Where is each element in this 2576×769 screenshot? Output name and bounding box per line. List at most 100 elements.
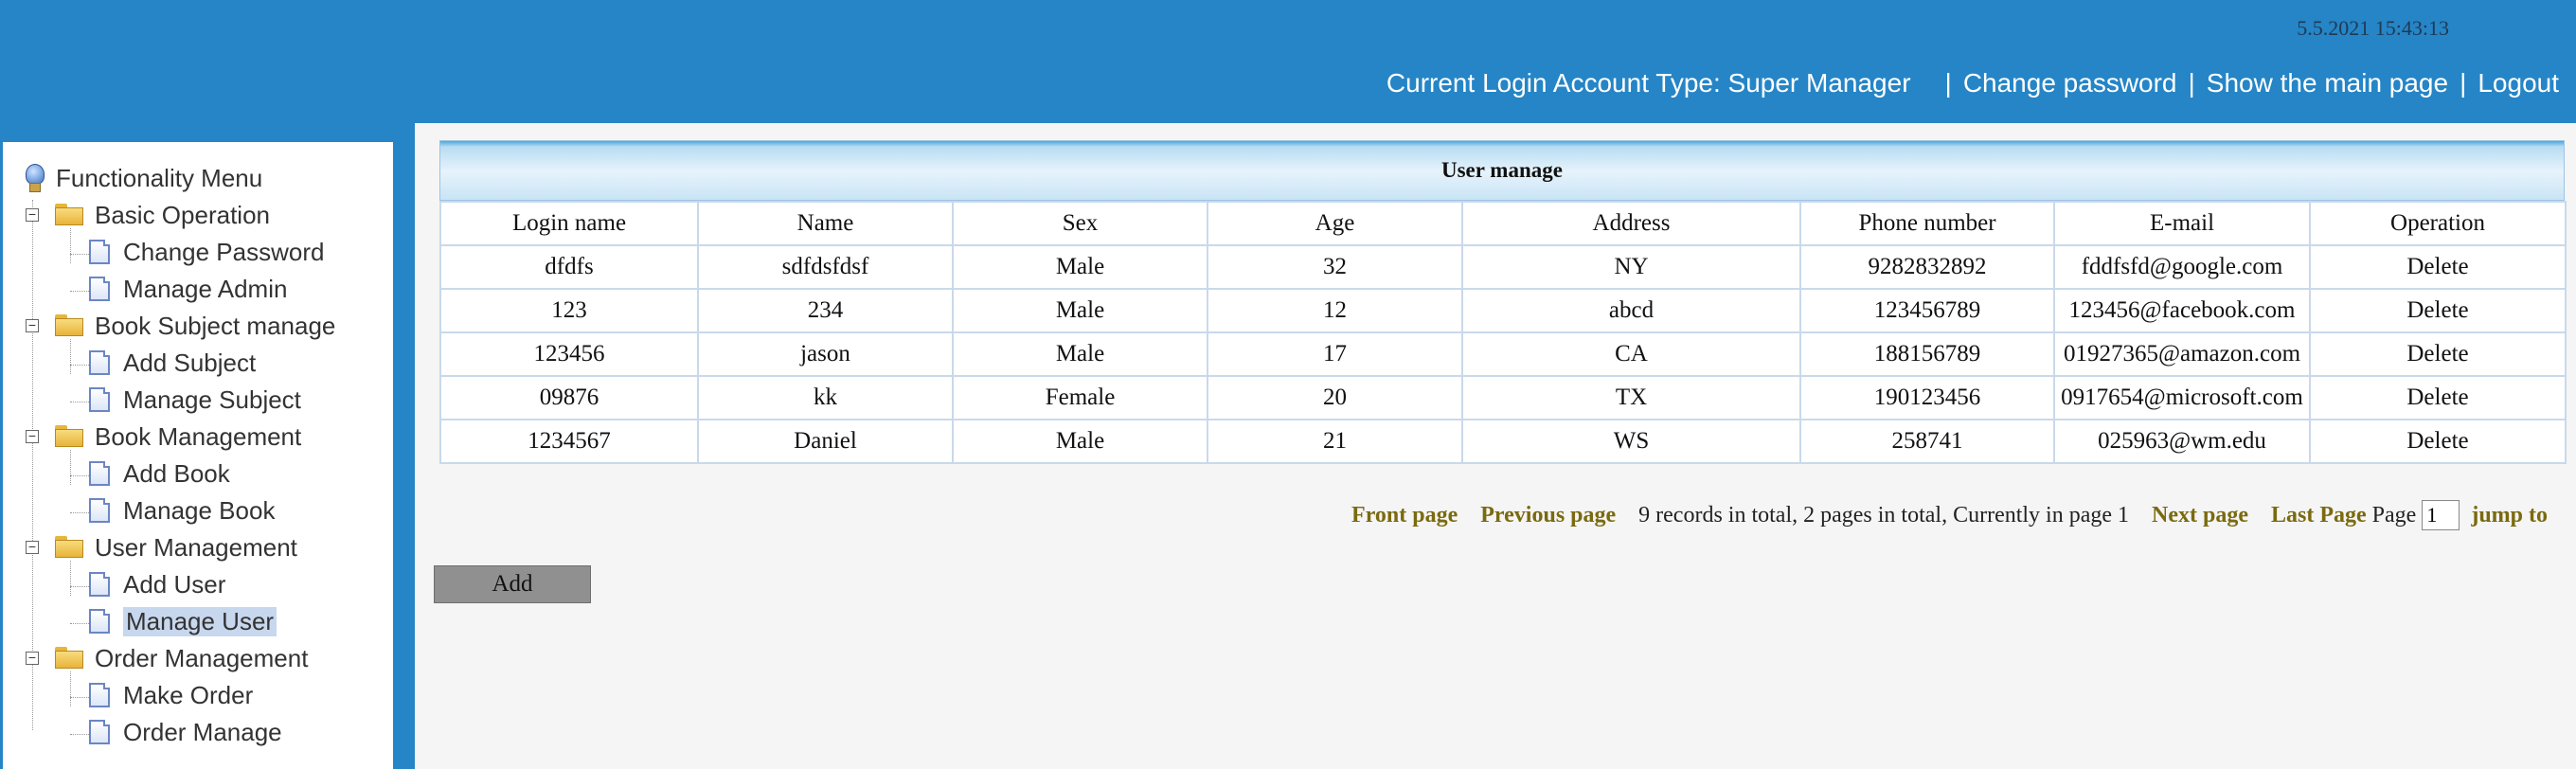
page-icon xyxy=(89,572,110,597)
page-icon xyxy=(89,498,110,523)
menu-group-book-management[interactable]: − Book Management xyxy=(3,420,301,454)
page-number-input[interactable] xyxy=(2422,500,2460,530)
age-cell: 32 xyxy=(1207,244,1463,290)
sex-cell: Male xyxy=(952,331,1208,377)
page-icon xyxy=(89,240,110,264)
menu-item-manage-subject[interactable]: Manage Subject xyxy=(89,383,301,417)
folder-open-icon xyxy=(55,647,85,670)
page-icon xyxy=(89,461,110,486)
column-header: Address xyxy=(1461,201,1801,246)
tree-line xyxy=(70,734,89,735)
column-header: Operation xyxy=(2309,201,2567,246)
column-header: Age xyxy=(1207,201,1463,246)
front-page-link[interactable]: Front page xyxy=(1351,503,1458,528)
menu-group-label: Book Management xyxy=(95,421,302,451)
menu-item-label: Order Manage xyxy=(123,717,282,746)
name-cell: jason xyxy=(697,331,954,377)
collapse-toggle-icon[interactable]: − xyxy=(26,429,39,443)
folder-open-icon xyxy=(55,314,85,337)
phone-cell: 258741 xyxy=(1799,419,2055,464)
sex-cell: Male xyxy=(952,419,1208,464)
main-content: User manage Login name Name Sex Age Addr… xyxy=(415,123,2576,769)
collapse-toggle-icon[interactable]: − xyxy=(26,207,39,222)
user-table-panel: User manage Login name Name Sex Age Addr… xyxy=(439,140,2567,464)
menu-item-add-book[interactable]: Add Book xyxy=(89,456,230,491)
menu-item-add-user[interactable]: Add User xyxy=(89,567,225,601)
menu-item-manage-admin[interactable]: Manage Admin xyxy=(89,272,287,306)
menu-item-label: Manage Admin xyxy=(123,274,288,303)
nav-separator: | xyxy=(2460,68,2467,98)
menu-item-change-password[interactable]: Change Password xyxy=(89,235,324,269)
next-page-link[interactable]: Next page xyxy=(2152,503,2248,528)
previous-page-link[interactable]: Previous page xyxy=(1480,503,1616,528)
folder-open-icon xyxy=(55,425,85,448)
current-datetime: 5.5.2021 15:43:13 xyxy=(2297,16,2449,40)
delete-link[interactable]: Delete xyxy=(2309,244,2567,290)
nav-separator: | xyxy=(2188,68,2195,98)
menu-group-book-subject-manage[interactable]: − Book Subject manage xyxy=(3,309,335,343)
delete-link[interactable]: Delete xyxy=(2309,288,2567,333)
address-cell: abcd xyxy=(1461,288,1801,333)
menu-item-label: Change Password xyxy=(123,237,325,266)
collapse-toggle-icon[interactable]: − xyxy=(26,651,39,665)
collapse-toggle-icon[interactable]: − xyxy=(26,540,39,554)
address-cell: WS xyxy=(1461,419,1801,464)
change-password-link[interactable]: Change password xyxy=(1963,68,2177,98)
address-cell: CA xyxy=(1461,331,1801,377)
delete-link[interactable]: Delete xyxy=(2309,419,2567,464)
delete-link[interactable]: Delete xyxy=(2309,331,2567,377)
top-nav: Current Login Account Type: Super Manage… xyxy=(1386,68,2559,98)
top-header: 5.5.2021 15:43:13 Current Login Account … xyxy=(0,0,2576,123)
page-icon xyxy=(89,277,110,301)
menu-item-manage-user[interactable]: Manage User xyxy=(89,604,277,638)
name-cell: sdfdsfdsf xyxy=(697,244,954,290)
show-main-page-link[interactable]: Show the main page xyxy=(2207,68,2448,98)
menu-item-label: Add User xyxy=(123,569,226,599)
menu-group-order-management[interactable]: − Order Management xyxy=(3,641,308,675)
jump-to-link[interactable]: jump to xyxy=(2471,503,2548,528)
name-cell: kk xyxy=(697,375,954,420)
name-cell: Daniel xyxy=(697,419,954,464)
age-cell: 20 xyxy=(1207,375,1463,420)
page-icon xyxy=(89,350,110,375)
delete-link[interactable]: Delete xyxy=(2309,375,2567,420)
menu-globe-icon xyxy=(24,164,45,192)
menu-group-basic-operation[interactable]: − Basic Operation xyxy=(3,198,270,232)
add-button[interactable]: Add xyxy=(434,565,591,603)
tree-line xyxy=(70,339,71,374)
nav-separator: | xyxy=(1944,68,1952,98)
last-page-link[interactable]: Last Page xyxy=(2271,503,2367,528)
menu-item-order-manage[interactable]: Order Manage xyxy=(89,715,282,749)
phone-cell: 188156789 xyxy=(1799,331,2055,377)
menu-item-add-subject[interactable]: Add Subject xyxy=(89,346,256,380)
table-row: 1234567 Daniel Male 21 WS 258741 025963@… xyxy=(439,419,2567,464)
menu-group-label: User Management xyxy=(95,532,297,562)
tree-line xyxy=(70,254,89,255)
column-header: E-mail xyxy=(2053,201,2311,246)
menu-title-label: Functionality Menu xyxy=(56,163,263,192)
menu-item-label: Manage Subject xyxy=(123,384,301,414)
menu-item-manage-book[interactable]: Manage Book xyxy=(89,493,275,528)
tree-line xyxy=(70,671,71,706)
logout-link[interactable]: Logout xyxy=(2478,68,2559,98)
email-cell: 01927365@amazon.com xyxy=(2053,331,2311,377)
tree-line xyxy=(70,586,89,587)
menu-group-label: Order Management xyxy=(95,643,309,672)
email-cell: 0917654@microsoft.com xyxy=(2053,375,2311,420)
account-type-text: Current Login Account Type: Super Manage… xyxy=(1386,68,1911,98)
table-title: User manage xyxy=(439,140,2565,201)
pagination: Front page Previous page 9 records in to… xyxy=(1340,500,2548,530)
tree-line xyxy=(70,475,89,476)
menu-item-make-order[interactable]: Make Order xyxy=(89,678,253,712)
table-row: 123 234 Male 12 abcd 123456789 123456@fa… xyxy=(439,288,2567,333)
menu-item-label: Add Book xyxy=(123,458,230,488)
tree-line xyxy=(70,228,71,263)
sex-cell: Male xyxy=(952,288,1208,333)
tree-line xyxy=(70,697,89,698)
column-header: Login name xyxy=(439,201,699,246)
email-cell: 123456@facebook.com xyxy=(2053,288,2311,333)
address-cell: TX xyxy=(1461,375,1801,420)
collapse-toggle-icon[interactable]: − xyxy=(26,318,39,332)
email-cell: 025963@wm.edu xyxy=(2053,419,2311,464)
menu-group-user-management[interactable]: − User Management xyxy=(3,530,297,564)
